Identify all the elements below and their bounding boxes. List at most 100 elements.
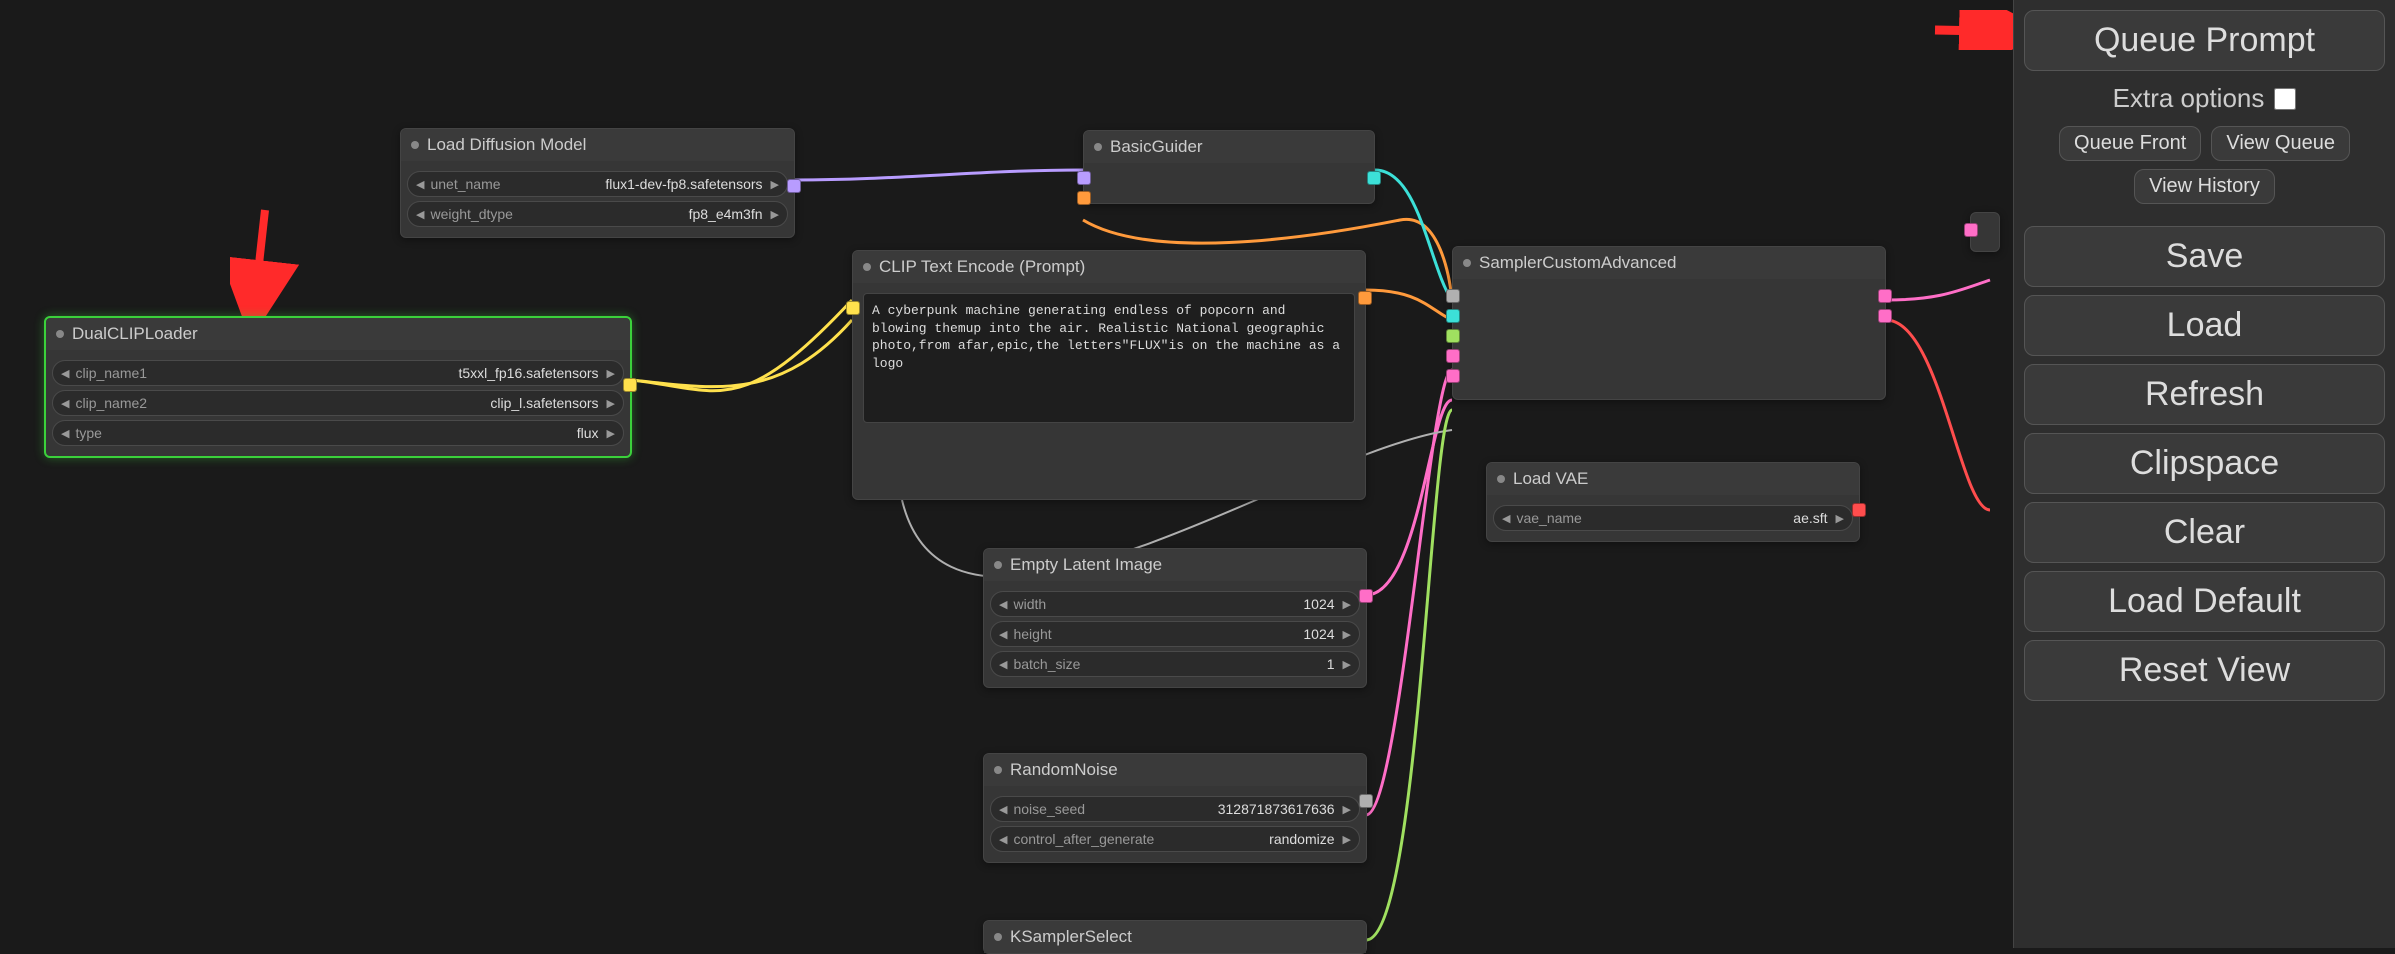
chevron-right-icon[interactable]: ▶: [1832, 512, 1848, 525]
output-port-noise[interactable]: [1359, 794, 1373, 808]
node-empty-latent-image[interactable]: Empty Latent Image ◀ width 1024 ▶ ◀ heig…: [983, 548, 1367, 688]
output-port-conditioning[interactable]: [1358, 291, 1372, 305]
chevron-left-icon[interactable]: ◀: [57, 397, 73, 410]
chevron-left-icon[interactable]: ◀: [995, 833, 1011, 846]
collapse-dot-icon[interactable]: [411, 141, 419, 149]
chevron-left-icon[interactable]: ◀: [412, 178, 428, 191]
input-port[interactable]: [1964, 223, 1978, 237]
extra-options-label: Extra options: [2113, 83, 2265, 114]
input-port-conditioning[interactable]: [1077, 191, 1091, 205]
collapse-dot-icon[interactable]: [1094, 143, 1102, 151]
chevron-left-icon[interactable]: ◀: [995, 598, 1011, 611]
input-port-noise[interactable]: [1446, 289, 1460, 303]
widget-control-after-generate[interactable]: ◀ control_after_generate randomize ▶: [990, 826, 1360, 852]
widget-weight-dtype[interactable]: ◀ weight_dtype fp8_e4m3fn ▶: [407, 201, 788, 227]
node-load-diffusion-model[interactable]: Load Diffusion Model ◀ unet_name flux1-d…: [400, 128, 795, 238]
output-port-output[interactable]: [1878, 289, 1892, 303]
widget-width[interactable]: ◀ width 1024 ▶: [990, 591, 1360, 617]
node-header[interactable]: KSamplerSelect: [984, 921, 1366, 953]
node-header[interactable]: SamplerCustomAdvanced: [1453, 247, 1885, 279]
chevron-left-icon[interactable]: ◀: [412, 208, 428, 221]
input-port-sampler[interactable]: [1446, 329, 1460, 343]
refresh-button[interactable]: Refresh: [2024, 364, 2385, 425]
collapse-dot-icon[interactable]: [863, 263, 871, 271]
chevron-left-icon[interactable]: ◀: [57, 367, 73, 380]
input-port-clip[interactable]: [846, 301, 860, 315]
chevron-right-icon[interactable]: ▶: [767, 208, 783, 221]
collapse-dot-icon[interactable]: [994, 766, 1002, 774]
chevron-right-icon[interactable]: ▶: [767, 178, 783, 191]
queue-prompt-button[interactable]: Queue Prompt: [2024, 10, 2385, 71]
chevron-right-icon[interactable]: ▶: [603, 427, 619, 440]
chevron-right-icon[interactable]: ▶: [1339, 598, 1355, 611]
node-title: KSamplerSelect: [1010, 927, 1132, 947]
input-port-sigmas[interactable]: [1446, 349, 1460, 363]
prompt-textarea[interactable]: A cyberpunk machine generating endless o…: [863, 293, 1355, 423]
extra-options-toggle[interactable]: Extra options: [2024, 83, 2385, 114]
node-title: Empty Latent Image: [1010, 555, 1162, 575]
node-clip-text-encode[interactable]: CLIP Text Encode (Prompt) A cyberpunk ma…: [852, 250, 1366, 500]
node-sampler-custom-advanced[interactable]: SamplerCustomAdvanced: [1452, 246, 1886, 400]
output-port-guider[interactable]: [1367, 171, 1381, 185]
widget-type[interactable]: ◀ type flux ▶: [52, 420, 624, 446]
node-load-vae[interactable]: Load VAE ◀ vae_name ae.sft ▶: [1486, 462, 1860, 542]
input-port-model[interactable]: [1077, 171, 1091, 185]
widget-height[interactable]: ◀ height 1024 ▶: [990, 621, 1360, 647]
node-header[interactable]: CLIP Text Encode (Prompt): [853, 251, 1365, 283]
queue-front-button[interactable]: Queue Front: [2059, 126, 2201, 161]
view-history-button[interactable]: View History: [2134, 169, 2275, 204]
node-header[interactable]: Load VAE: [1487, 463, 1859, 495]
widget-unet-name[interactable]: ◀ unet_name flux1-dev-fp8.safetensors ▶: [407, 171, 788, 197]
output-port-denoised[interactable]: [1878, 309, 1892, 323]
input-port-latent[interactable]: [1446, 369, 1460, 383]
chevron-right-icon[interactable]: ▶: [603, 367, 619, 380]
collapse-dot-icon[interactable]: [56, 330, 64, 338]
widget-clip-name2[interactable]: ◀ clip_name2 clip_l.safetensors ▶: [52, 390, 624, 416]
collapse-dot-icon[interactable]: [994, 561, 1002, 569]
chevron-left-icon[interactable]: ◀: [57, 427, 73, 440]
input-port-guider[interactable]: [1446, 309, 1460, 323]
chevron-left-icon[interactable]: ◀: [995, 658, 1011, 671]
node-basic-guider[interactable]: BasicGuider: [1083, 130, 1375, 204]
load-button[interactable]: Load: [2024, 295, 2385, 356]
node-header[interactable]: Empty Latent Image: [984, 549, 1366, 581]
node-dual-clip-loader[interactable]: DualCLIPLoader ◀ clip_name1 t5xxl_fp16.s…: [44, 316, 632, 458]
reset-view-button[interactable]: Reset View: [2024, 640, 2385, 701]
node-title: BasicGuider: [1110, 137, 1203, 157]
output-port-model[interactable]: [787, 179, 801, 193]
collapse-dot-icon[interactable]: [1497, 475, 1505, 483]
chevron-left-icon[interactable]: ◀: [995, 628, 1011, 641]
chevron-right-icon[interactable]: ▶: [603, 397, 619, 410]
node-header[interactable]: Load Diffusion Model: [401, 129, 794, 161]
chevron-right-icon[interactable]: ▶: [1339, 803, 1355, 816]
collapse-dot-icon[interactable]: [994, 933, 1002, 941]
output-port-clip[interactable]: [623, 378, 637, 392]
widget-noise-seed[interactable]: ◀ noise_seed 312871873617636 ▶: [990, 796, 1360, 822]
clear-button[interactable]: Clear: [2024, 502, 2385, 563]
chevron-right-icon[interactable]: ▶: [1339, 658, 1355, 671]
node-header[interactable]: DualCLIPLoader: [46, 318, 630, 350]
control-sidebar: Queue Prompt Extra options Queue Front V…: [2013, 0, 2395, 948]
view-queue-button[interactable]: View Queue: [2211, 126, 2350, 161]
extra-options-checkbox[interactable]: [2274, 88, 2296, 110]
node-header[interactable]: BasicGuider: [1084, 131, 1374, 163]
output-port-latent[interactable]: [1359, 589, 1373, 603]
load-default-button[interactable]: Load Default: [2024, 571, 2385, 632]
output-port-vae[interactable]: [1852, 503, 1866, 517]
widget-clip-name1[interactable]: ◀ clip_name1 t5xxl_fp16.safetensors ▶: [52, 360, 624, 386]
widget-batch-size[interactable]: ◀ batch_size 1 ▶: [990, 651, 1360, 677]
chevron-right-icon[interactable]: ▶: [1339, 628, 1355, 641]
node-offscreen[interactable]: [1970, 212, 2000, 252]
chevron-left-icon[interactable]: ◀: [995, 803, 1011, 816]
node-title: RandomNoise: [1010, 760, 1118, 780]
widget-vae-name[interactable]: ◀ vae_name ae.sft ▶: [1493, 505, 1853, 531]
collapse-dot-icon[interactable]: [1463, 259, 1471, 267]
node-title: Load Diffusion Model: [427, 135, 586, 155]
node-ksampler-select[interactable]: KSamplerSelect: [983, 920, 1367, 954]
node-header[interactable]: RandomNoise: [984, 754, 1366, 786]
chevron-left-icon[interactable]: ◀: [1498, 512, 1514, 525]
chevron-right-icon[interactable]: ▶: [1339, 833, 1355, 846]
save-button[interactable]: Save: [2024, 226, 2385, 287]
node-random-noise[interactable]: RandomNoise ◀ noise_seed 312871873617636…: [983, 753, 1367, 863]
clipspace-button[interactable]: Clipspace: [2024, 433, 2385, 494]
